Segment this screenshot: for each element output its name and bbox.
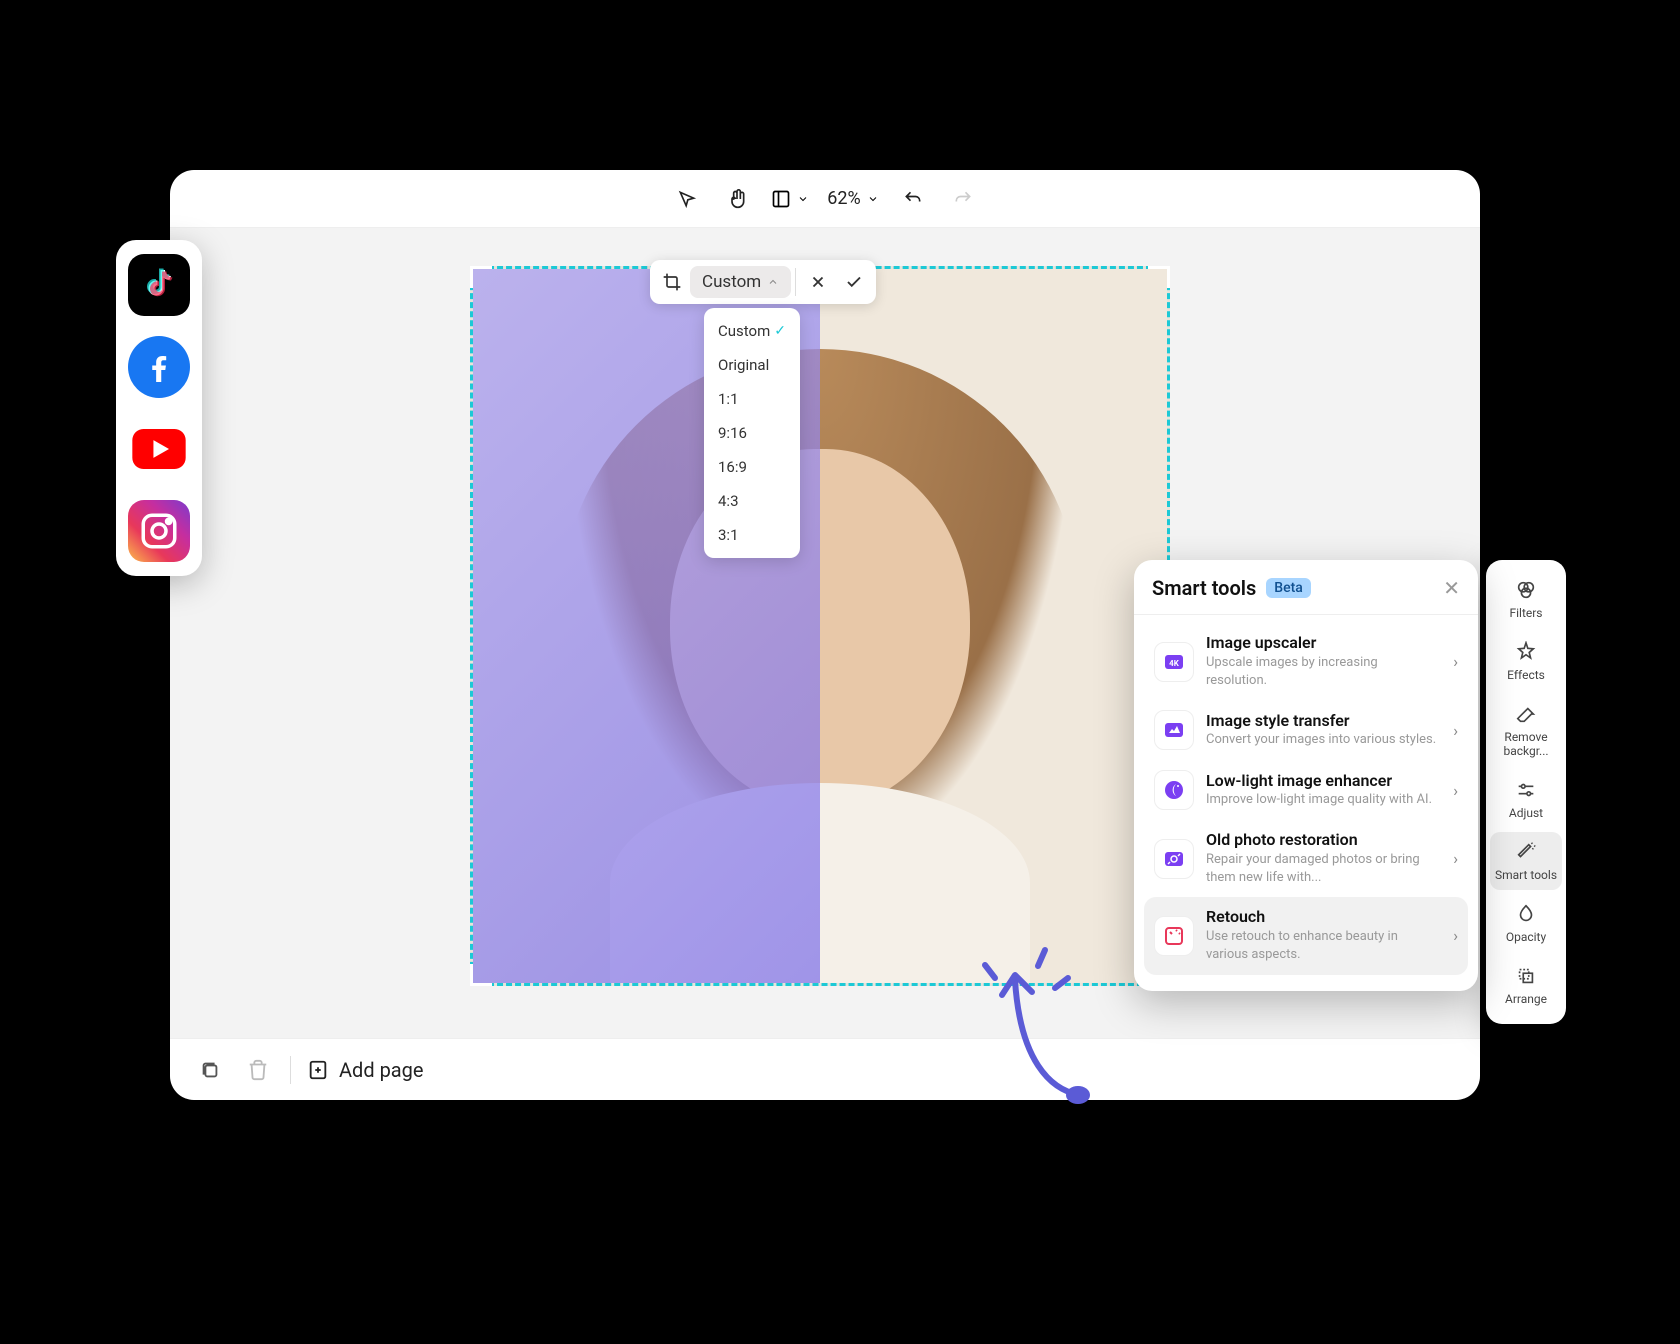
arrange-icon — [1514, 964, 1538, 988]
old-photo-icon — [1154, 839, 1194, 879]
retouch-icon — [1154, 916, 1194, 956]
ratio-option-16-9[interactable]: 16:9 — [704, 450, 800, 484]
chevron-right-icon: › — [1453, 781, 1458, 800]
filters-tool[interactable]: Filters — [1490, 570, 1562, 628]
smart-item-retouch[interactable]: Retouch Use retouch to enhance beauty in… — [1144, 897, 1468, 974]
crop-icon[interactable] — [654, 264, 690, 300]
adjust-icon — [1514, 778, 1538, 802]
divider — [795, 268, 796, 296]
effects-icon — [1514, 640, 1538, 664]
facebook-icon[interactable] — [128, 336, 190, 398]
social-sidebar — [116, 240, 202, 576]
add-page-label: Add page — [339, 1058, 424, 1082]
crop-handle-tr[interactable] — [1148, 266, 1170, 288]
check-icon: ✓ — [774, 323, 786, 339]
upscaler-icon: 4K — [1154, 642, 1194, 682]
ratio-option-1-1[interactable]: 1:1 — [704, 382, 800, 416]
crop-frame[interactable] — [470, 266, 1170, 986]
ratio-option-3-1[interactable]: 3:1 — [704, 518, 800, 552]
smart-item-low-light[interactable]: Low-light image enhancer Improve low-lig… — [1144, 760, 1468, 820]
tiktok-icon[interactable] — [128, 254, 190, 316]
crop-ratio-dropdown[interactable]: Custom — [690, 266, 791, 298]
chevron-right-icon: › — [1453, 926, 1458, 945]
ratio-option-custom[interactable]: Custom ✓ — [704, 314, 800, 348]
crop-toolbar: Custom — [650, 260, 876, 304]
zoom-value: 62% — [827, 188, 860, 209]
ratio-option-9-16[interactable]: 9:16 — [704, 416, 800, 450]
portrait-image — [473, 269, 1167, 983]
ratio-dropdown: Custom ✓ Original 1:1 9:16 16:9 4:3 3:1 — [704, 308, 800, 558]
eraser-icon — [1514, 702, 1538, 726]
smart-tools-tool[interactable]: Smart tools — [1490, 832, 1562, 890]
magic-wand-icon — [1514, 840, 1538, 864]
svg-text:4K: 4K — [1169, 659, 1180, 668]
crop-cancel[interactable] — [800, 264, 836, 300]
crop-ratio-label: Custom — [702, 272, 761, 292]
smart-panel-title: Smart tools — [1152, 576, 1256, 600]
pointer-tool[interactable] — [671, 183, 703, 215]
bottom-bar: Add page — [170, 1038, 1480, 1100]
style-transfer-icon — [1154, 710, 1194, 750]
zoom-control[interactable]: 62% — [827, 188, 878, 209]
smart-tools-list: 4K Image upscaler Upscale images by incr… — [1134, 615, 1478, 983]
smart-tools-panel: Smart tools Beta ✕ 4K Image upscaler Ups… — [1134, 560, 1478, 991]
hand-tool[interactable] — [721, 183, 753, 215]
arrange-tool[interactable]: Arrange — [1490, 956, 1562, 1014]
smart-item-upscaler[interactable]: 4K Image upscaler Upscale images by incr… — [1144, 623, 1468, 700]
low-light-icon — [1154, 770, 1194, 810]
divider — [290, 1056, 291, 1084]
right-sidebar: Filters Effects Remove backgr... Adjust … — [1486, 560, 1566, 1024]
close-icon[interactable]: ✕ — [1443, 576, 1460, 600]
pages-button[interactable] — [194, 1054, 226, 1086]
add-page-button[interactable]: Add page — [307, 1058, 424, 1082]
undo-button[interactable] — [897, 183, 929, 215]
layout-tool-group[interactable] — [771, 189, 809, 209]
smart-item-old-photo[interactable]: Old photo restoration Repair your damage… — [1144, 820, 1468, 897]
chevron-right-icon: › — [1453, 652, 1458, 671]
remove-bg-tool[interactable]: Remove backgr... — [1490, 694, 1562, 766]
top-toolbar: 62% — [170, 170, 1480, 228]
adjust-tool[interactable]: Adjust — [1490, 770, 1562, 828]
ratio-option-original[interactable]: Original — [704, 348, 800, 382]
opacity-tool[interactable]: Opacity — [1490, 894, 1562, 952]
crop-handle-bl[interactable] — [470, 964, 492, 986]
smart-item-style-transfer[interactable]: Image style transfer Convert your images… — [1144, 700, 1468, 760]
beta-badge: Beta — [1266, 578, 1311, 598]
redo-button[interactable] — [947, 183, 979, 215]
filters-icon — [1514, 578, 1538, 602]
crop-handle-tl[interactable] — [470, 266, 492, 288]
ratio-option-4-3[interactable]: 4:3 — [704, 484, 800, 518]
instagram-icon[interactable] — [128, 500, 190, 562]
effects-tool[interactable]: Effects — [1490, 632, 1562, 690]
smart-panel-header: Smart tools Beta ✕ — [1134, 576, 1478, 615]
chevron-right-icon: › — [1453, 849, 1458, 868]
delete-button[interactable] — [242, 1054, 274, 1086]
crop-confirm[interactable] — [836, 264, 872, 300]
opacity-icon — [1514, 902, 1538, 926]
youtube-icon[interactable] — [128, 418, 190, 480]
chevron-right-icon: › — [1453, 721, 1458, 740]
